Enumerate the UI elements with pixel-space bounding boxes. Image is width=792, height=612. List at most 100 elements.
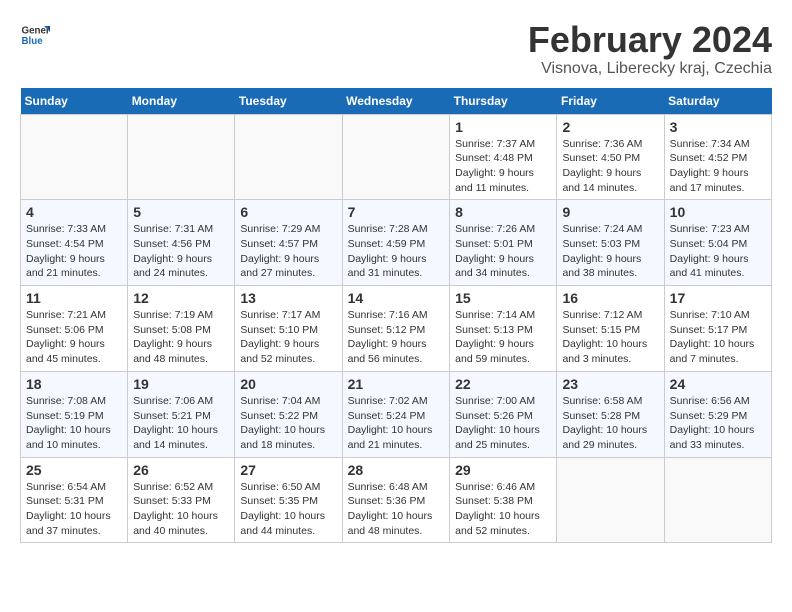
- day-number: 23: [562, 376, 658, 392]
- calendar-day-cell: 29 Sunrise: 6:46 AM Sunset: 5:38 PM Dayli…: [450, 457, 557, 543]
- day-info: Sunrise: 7:14 AM Sunset: 5:13 PM Dayligh…: [455, 308, 551, 367]
- day-number: 4: [26, 204, 122, 220]
- calendar-day-cell: 2 Sunrise: 7:36 AM Sunset: 4:50 PM Daylig…: [557, 114, 664, 200]
- day-info: Sunrise: 6:54 AM Sunset: 5:31 PM Dayligh…: [26, 480, 122, 539]
- calendar-week-row: 4 Sunrise: 7:33 AM Sunset: 4:54 PM Daylig…: [21, 200, 772, 286]
- calendar-day-cell: 11 Sunrise: 7:21 AM Sunset: 5:06 PM Dayli…: [21, 286, 128, 372]
- day-of-week-header: Monday: [128, 88, 235, 115]
- day-number: 16: [562, 290, 658, 306]
- day-number: 3: [670, 119, 766, 135]
- day-number: 17: [670, 290, 766, 306]
- day-number: 6: [240, 204, 336, 220]
- day-info: Sunrise: 7:33 AM Sunset: 4:54 PM Dayligh…: [26, 222, 122, 281]
- day-info: Sunrise: 6:58 AM Sunset: 5:28 PM Dayligh…: [562, 394, 658, 453]
- day-info: Sunrise: 7:23 AM Sunset: 5:04 PM Dayligh…: [670, 222, 766, 281]
- day-info: Sunrise: 7:00 AM Sunset: 5:26 PM Dayligh…: [455, 394, 551, 453]
- page-header: General Blue February 2024 Visnova, Libe…: [20, 20, 772, 78]
- day-number: 19: [133, 376, 229, 392]
- day-number: 14: [348, 290, 445, 306]
- day-number: 2: [562, 119, 658, 135]
- day-info: Sunrise: 6:48 AM Sunset: 5:36 PM Dayligh…: [348, 480, 445, 539]
- day-of-week-header: Friday: [557, 88, 664, 115]
- day-info: Sunrise: 7:16 AM Sunset: 5:12 PM Dayligh…: [348, 308, 445, 367]
- day-number: 29: [455, 462, 551, 478]
- day-info: Sunrise: 7:17 AM Sunset: 5:10 PM Dayligh…: [240, 308, 336, 367]
- calendar-week-row: 25 Sunrise: 6:54 AM Sunset: 5:31 PM Dayli…: [21, 457, 772, 543]
- day-info: Sunrise: 7:28 AM Sunset: 4:59 PM Dayligh…: [348, 222, 445, 281]
- calendar-day-cell: 12 Sunrise: 7:19 AM Sunset: 5:08 PM Dayli…: [128, 286, 235, 372]
- day-number: 11: [26, 290, 122, 306]
- calendar-day-cell: 21 Sunrise: 7:02 AM Sunset: 5:24 PM Dayli…: [342, 371, 450, 457]
- calendar-day-cell: 26Sunrise: 6:52 AM Sunset: 5:33 PM Dayli…: [128, 457, 235, 543]
- logo-icon: General Blue: [20, 20, 50, 50]
- location-subtitle: Visnova, Liberecky kraj, Czechia: [528, 60, 772, 78]
- calendar-day-cell: 16 Sunrise: 7:12 AM Sunset: 5:15 PM Dayli…: [557, 286, 664, 372]
- calendar-day-cell: 28 Sunrise: 6:48 AM Sunset: 5:36 PM Dayli…: [342, 457, 450, 543]
- day-info: Sunrise: 7:08 AM Sunset: 5:19 PM Dayligh…: [26, 394, 122, 453]
- calendar-week-row: 18 Sunrise: 7:08 AM Sunset: 5:19 PM Dayli…: [21, 371, 772, 457]
- logo: General Blue: [20, 20, 50, 50]
- day-number: 18: [26, 376, 122, 392]
- day-number: 27: [240, 462, 336, 478]
- calendar-day-cell: 25 Sunrise: 6:54 AM Sunset: 5:31 PM Dayli…: [21, 457, 128, 543]
- calendar-day-cell: 4 Sunrise: 7:33 AM Sunset: 4:54 PM Daylig…: [21, 200, 128, 286]
- calendar-day-cell: 24 Sunrise: 6:56 AM Sunset: 5:29 PM Dayli…: [664, 371, 771, 457]
- calendar-day-cell: 14 Sunrise: 7:16 AM Sunset: 5:12 PM Dayli…: [342, 286, 450, 372]
- day-info: Sunrise: 7:36 AM Sunset: 4:50 PM Dayligh…: [562, 137, 658, 196]
- day-number: 7: [348, 204, 445, 220]
- calendar-day-cell: [664, 457, 771, 543]
- calendar-week-row: 11 Sunrise: 7:21 AM Sunset: 5:06 PM Dayli…: [21, 286, 772, 372]
- day-number: 12: [133, 290, 229, 306]
- day-info: Sunrise: 6:50 AM Sunset: 5:35 PM Dayligh…: [240, 480, 336, 539]
- day-number: 15: [455, 290, 551, 306]
- calendar-day-cell: 7 Sunrise: 7:28 AM Sunset: 4:59 PM Daylig…: [342, 200, 450, 286]
- calendar-day-cell: [342, 114, 450, 200]
- calendar-day-cell: 10 Sunrise: 7:23 AM Sunset: 5:04 PM Dayli…: [664, 200, 771, 286]
- day-number: 9: [562, 204, 658, 220]
- day-number: 25: [26, 462, 122, 478]
- day-of-week-header: Sunday: [21, 88, 128, 115]
- day-info: Sunrise: 7:34 AM Sunset: 4:52 PM Dayligh…: [670, 137, 766, 196]
- day-info: Sunrise: 7:37 AM Sunset: 4:48 PM Dayligh…: [455, 137, 551, 196]
- day-number: 26: [133, 462, 229, 478]
- day-info: Sunrise: 7:29 AM Sunset: 4:57 PM Dayligh…: [240, 222, 336, 281]
- day-number: 21: [348, 376, 445, 392]
- calendar-day-cell: 15 Sunrise: 7:14 AM Sunset: 5:13 PM Dayli…: [450, 286, 557, 372]
- day-info: Sunrise: 7:06 AM Sunset: 5:21 PM Dayligh…: [133, 394, 229, 453]
- calendar-day-cell: 23 Sunrise: 6:58 AM Sunset: 5:28 PM Dayli…: [557, 371, 664, 457]
- day-info: Sunrise: 6:46 AM Sunset: 5:38 PM Dayligh…: [455, 480, 551, 539]
- calendar-day-cell: 1 Sunrise: 7:37 AM Sunset: 4:48 PM Daylig…: [450, 114, 557, 200]
- title-section: February 2024 Visnova, Liberecky kraj, C…: [528, 20, 772, 78]
- day-info: Sunrise: 7:26 AM Sunset: 5:01 PM Dayligh…: [455, 222, 551, 281]
- day-of-week-header: Wednesday: [342, 88, 450, 115]
- day-info: Sunrise: 7:12 AM Sunset: 5:15 PM Dayligh…: [562, 308, 658, 367]
- day-info: Sunrise: 7:31 AM Sunset: 4:56 PM Dayligh…: [133, 222, 229, 281]
- day-number: 28: [348, 462, 445, 478]
- day-number: 1: [455, 119, 551, 135]
- day-number: 24: [670, 376, 766, 392]
- calendar-day-cell: [235, 114, 342, 200]
- calendar-day-cell: 27 Sunrise: 6:50 AM Sunset: 5:35 PM Dayli…: [235, 457, 342, 543]
- day-number: 5: [133, 204, 229, 220]
- calendar-day-cell: 6 Sunrise: 7:29 AM Sunset: 4:57 PM Daylig…: [235, 200, 342, 286]
- calendar-header-row: SundayMondayTuesdayWednesdayThursdayFrid…: [21, 88, 772, 115]
- day-of-week-header: Saturday: [664, 88, 771, 115]
- calendar-day-cell: 18 Sunrise: 7:08 AM Sunset: 5:19 PM Dayli…: [21, 371, 128, 457]
- day-number: 13: [240, 290, 336, 306]
- day-info: Sunrise: 7:02 AM Sunset: 5:24 PM Dayligh…: [348, 394, 445, 453]
- calendar-week-row: 1 Sunrise: 7:37 AM Sunset: 4:48 PM Daylig…: [21, 114, 772, 200]
- calendar-day-cell: 5 Sunrise: 7:31 AM Sunset: 4:56 PM Daylig…: [128, 200, 235, 286]
- calendar-day-cell: 13 Sunrise: 7:17 AM Sunset: 5:10 PM Dayli…: [235, 286, 342, 372]
- day-number: 22: [455, 376, 551, 392]
- day-number: 10: [670, 204, 766, 220]
- calendar-day-cell: 17 Sunrise: 7:10 AM Sunset: 5:17 PM Dayli…: [664, 286, 771, 372]
- day-of-week-header: Thursday: [450, 88, 557, 115]
- calendar-day-cell: 19 Sunrise: 7:06 AM Sunset: 5:21 PM Dayli…: [128, 371, 235, 457]
- day-info: Sunrise: 7:10 AM Sunset: 5:17 PM Dayligh…: [670, 308, 766, 367]
- day-info: Sunrise: 7:21 AM Sunset: 5:06 PM Dayligh…: [26, 308, 122, 367]
- day-info: Sunrise: 6:56 AM Sunset: 5:29 PM Dayligh…: [670, 394, 766, 453]
- calendar-day-cell: 3 Sunrise: 7:34 AM Sunset: 4:52 PM Daylig…: [664, 114, 771, 200]
- day-number: 8: [455, 204, 551, 220]
- day-info: Sunrise: 7:19 AM Sunset: 5:08 PM Dayligh…: [133, 308, 229, 367]
- calendar-day-cell: 8 Sunrise: 7:26 AM Sunset: 5:01 PM Daylig…: [450, 200, 557, 286]
